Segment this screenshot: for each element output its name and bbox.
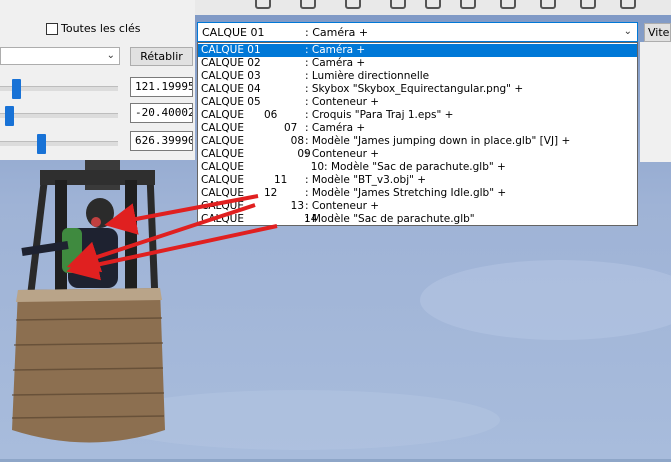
chevron-down-icon[interactable]: ⌄ — [624, 26, 632, 37]
list-item[interactable]: CALQUE 01: Caméra + — [198, 44, 637, 57]
value-field-1[interactable]: 121.19995 — [130, 77, 193, 97]
layer-combobox[interactable]: CALQUE 01 : Caméra + ⌄ — [197, 22, 638, 42]
settings-icon[interactable] — [580, 0, 596, 9]
photo-icon[interactable] — [255, 0, 271, 9]
slider-3[interactable] — [0, 134, 118, 154]
selected-layer-content: : Caméra + — [305, 26, 369, 39]
layers-icon[interactable] — [620, 0, 636, 9]
all-keys-label: Toutes les clés — [61, 22, 141, 35]
square-icon[interactable] — [300, 0, 316, 9]
value-field-2[interactable]: -20.40002 — [130, 103, 193, 123]
reset-button[interactable]: Rétablir — [130, 47, 193, 66]
speed-button[interactable]: Vites — [644, 23, 671, 42]
slider-1-thumb[interactable] — [12, 79, 21, 99]
right-panel-strip — [640, 42, 671, 162]
slider-3-thumb[interactable] — [37, 134, 46, 154]
shape-icon[interactable] — [425, 0, 441, 9]
all-keys-checkbox[interactable] — [46, 23, 58, 35]
list-item[interactable]: CALQUE 12: Modèle "James Stretching Idle… — [198, 187, 637, 200]
list-item[interactable]: CALQUE 08: Modèle "James jumping down in… — [198, 135, 637, 148]
selected-layer-name: CALQUE 01 — [202, 26, 265, 39]
chevron-down-icon: ⌄ — [106, 50, 115, 61]
properties-panel: Toutes les clés ⌄ Rétablir 121.19995 -20… — [0, 0, 195, 160]
list-item[interactable]: CALQUE 13: Conteneur + — [198, 200, 637, 213]
tool-icon[interactable] — [345, 0, 361, 9]
list-item[interactable]: CALQUE 10: Modèle "Sac de parachute.glb"… — [198, 161, 637, 174]
pen-icon[interactable] — [390, 0, 406, 9]
layer-dropdown-list: CALQUE 01: Caméra + CALQUE 02: Caméra + … — [197, 42, 638, 226]
list-item[interactable]: CALQUE 07: Caméra + — [198, 122, 637, 135]
list-item[interactable]: CALQUE 03: Lumière directionnelle — [198, 70, 637, 83]
link-icon[interactable] — [460, 0, 476, 9]
list-item[interactable]: CALQUE 14: Modèle "Sac de parachute.glb" — [198, 213, 637, 226]
list-item[interactable]: CALQUE 11: Modèle "BT_v3.obj" + — [198, 174, 637, 187]
mode-select[interactable]: ⌄ — [0, 47, 120, 65]
list-item[interactable]: CALQUE 05: Conteneur + — [198, 96, 637, 109]
value-field-3[interactable]: 626.39990 — [130, 131, 193, 151]
slider-2[interactable] — [0, 106, 118, 126]
slider-1[interactable] — [0, 79, 118, 99]
slider-2-thumb[interactable] — [5, 106, 14, 126]
list-item[interactable]: CALQUE 04: Skybox "Skybox_Equirectangula… — [198, 83, 637, 96]
list-item[interactable]: CALQUE 09: Conteneur + — [198, 148, 637, 161]
edit-icon[interactable] — [500, 0, 516, 9]
list-item[interactable]: CALQUE 02: Caméra + — [198, 57, 637, 70]
flag-icon[interactable] — [540, 0, 556, 9]
list-item[interactable]: CALQUE 06: Croquis "Para Traj 1.eps" + — [198, 109, 637, 122]
